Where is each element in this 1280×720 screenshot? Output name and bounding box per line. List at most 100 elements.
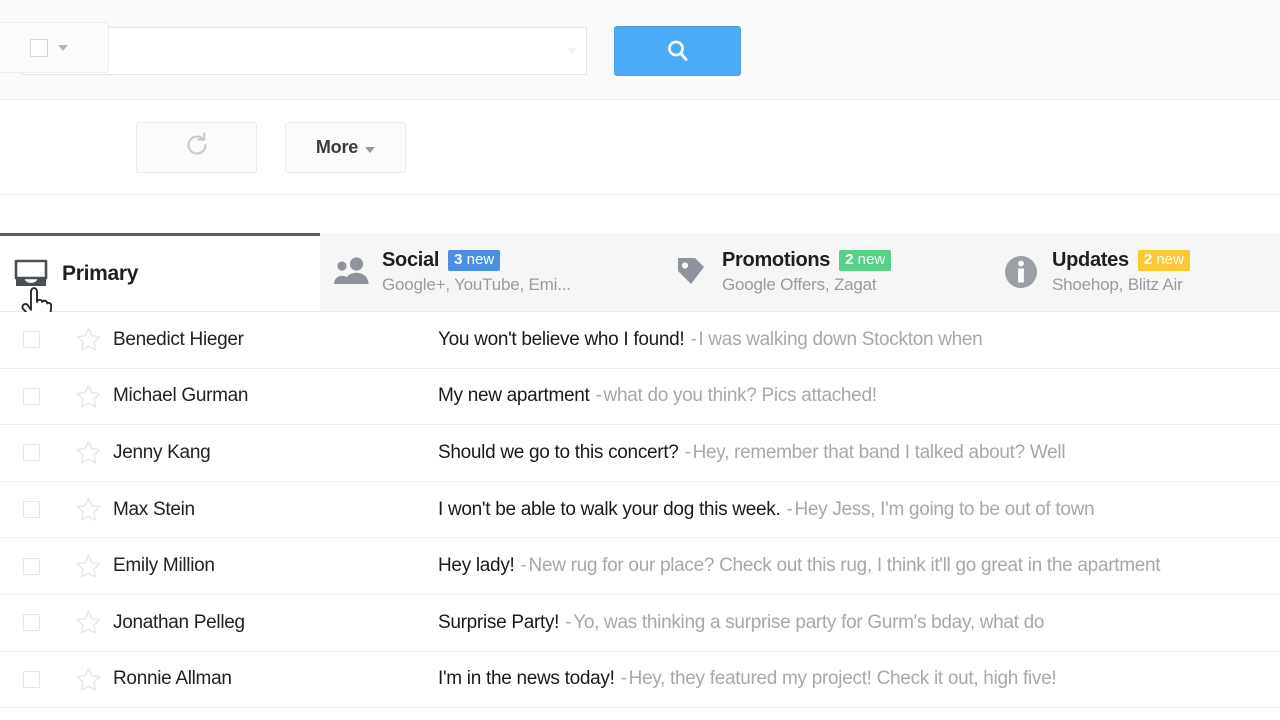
- badge-word: new: [467, 251, 495, 268]
- email-snippet: Hey Jess, I'm going to be out of town: [794, 499, 1094, 520]
- table-row[interactable]: Jenny Kang Should we go to this concert?…: [0, 425, 1280, 482]
- star-icon[interactable]: [63, 326, 113, 353]
- refresh-icon: [182, 130, 212, 165]
- tab-social-subtitle: Google+, YouTube, Emi...: [382, 275, 571, 295]
- more-button[interactable]: More: [285, 122, 406, 173]
- tag-icon: [660, 254, 722, 290]
- email-message: Surprise Party!-Yo, was thinking a surpr…: [438, 612, 1280, 634]
- chevron-down-icon[interactable]: [58, 45, 68, 51]
- row-checkbox-cell[interactable]: [0, 614, 63, 631]
- row-checkbox-cell[interactable]: [0, 501, 63, 518]
- email-subject: Hey lady!: [438, 555, 515, 576]
- tab-social-texts: Social 3 new Google+, YouTube, Emi...: [382, 249, 571, 295]
- tab-promotions-label: Promotions: [722, 249, 830, 272]
- badge-count: 2: [845, 251, 853, 268]
- tab-social-badge: 3 new: [448, 250, 500, 272]
- row-checkbox-cell[interactable]: [0, 671, 63, 688]
- email-sender: Benedict Hieger: [113, 329, 438, 351]
- email-message: Should we go to this concert?-Hey, remem…: [438, 442, 1280, 464]
- chevron-down-icon[interactable]: [365, 147, 375, 153]
- tab-social[interactable]: Social 3 new Google+, YouTube, Emi...: [320, 233, 660, 311]
- checkbox-icon[interactable]: [23, 388, 40, 405]
- email-snippet: Hey, they featured my project! Check it …: [629, 668, 1057, 689]
- search-bar: [0, 0, 1280, 100]
- checkbox-icon[interactable]: [23, 671, 40, 688]
- email-subject: You won't believe who I found!: [438, 329, 684, 350]
- star-icon[interactable]: [63, 609, 113, 636]
- email-separator: -: [780, 499, 794, 520]
- people-icon: [320, 255, 382, 289]
- checkbox-icon[interactable]: [23, 331, 40, 348]
- star-icon[interactable]: [63, 439, 113, 466]
- email-message: I'm in the news today!-Hey, they feature…: [438, 668, 1280, 690]
- email-message: My new apartment-what do you think? Pics…: [438, 385, 1280, 407]
- row-checkbox-cell[interactable]: [0, 388, 63, 405]
- select-all-button[interactable]: [0, 22, 109, 73]
- email-snippet: New rug for our place? Check out this ru…: [529, 555, 1161, 576]
- table-row[interactable]: Emily Million Hey lady!-New rug for our …: [0, 538, 1280, 595]
- category-tabs: Primary Social 3 new: [0, 195, 1280, 312]
- email-sender: Michael Gurman: [113, 385, 438, 407]
- checkbox-icon[interactable]: [23, 558, 40, 575]
- table-row[interactable]: Ronnie Allman I'm in the news today!-Hey…: [0, 652, 1280, 709]
- info-circle-icon: [990, 253, 1052, 291]
- badge-word: new: [858, 251, 886, 268]
- search-icon: [665, 38, 691, 64]
- table-row[interactable]: Max Stein I won't be able to walk your d…: [0, 482, 1280, 539]
- table-row[interactable]: Jonathan Pelleg Surprise Party!-Yo, was …: [0, 595, 1280, 652]
- email-sender: Ronnie Allman: [113, 668, 438, 690]
- tab-updates-texts: Updates 2 new Shoehop, Blitz Air: [1052, 249, 1190, 295]
- row-checkbox-cell[interactable]: [0, 444, 63, 461]
- star-icon[interactable]: [63, 553, 113, 580]
- email-separator: -: [615, 668, 629, 689]
- email-snippet: what do you think? Pics attached!: [604, 385, 877, 406]
- tab-promotions-subtitle: Google Offers, Zagat: [722, 275, 891, 295]
- email-message: Hey lady!-New rug for our place? Check o…: [438, 555, 1280, 577]
- tab-primary-texts: Primary: [62, 262, 138, 286]
- chevron-down-icon[interactable]: [558, 28, 586, 74]
- checkbox-icon[interactable]: [23, 444, 40, 461]
- tab-updates-badge: 2 new: [1138, 250, 1190, 272]
- tab-social-label: Social: [382, 249, 439, 272]
- email-subject: I'm in the news today!: [438, 668, 615, 689]
- star-icon[interactable]: [63, 383, 113, 410]
- table-row[interactable]: Benedict Hieger You won't believe who I …: [0, 312, 1280, 369]
- checkbox-icon[interactable]: [30, 39, 48, 57]
- email-snippet: I was walking down Stockton when: [698, 329, 982, 350]
- table-row[interactable]: Michael Gurman My new apartment-what do …: [0, 369, 1280, 426]
- row-checkbox-cell[interactable]: [0, 331, 63, 348]
- email-snippet: Hey, remember that band I talked about? …: [693, 442, 1066, 463]
- badge-count: 2: [1144, 251, 1152, 268]
- email-separator: -: [559, 612, 573, 633]
- tab-primary[interactable]: Primary: [0, 233, 320, 311]
- checkbox-icon[interactable]: [23, 614, 40, 631]
- email-separator: -: [684, 329, 698, 350]
- email-message: I won't be able to walk your dog this we…: [438, 499, 1280, 521]
- star-icon[interactable]: [63, 666, 113, 693]
- more-button-label: More: [316, 137, 358, 158]
- email-subject: Should we go to this concert?: [438, 442, 679, 463]
- tab-promotions-texts: Promotions 2 new Google Offers, Zagat: [722, 249, 891, 295]
- email-subject: I won't be able to walk your dog this we…: [438, 499, 780, 520]
- tab-promotions[interactable]: Promotions 2 new Google Offers, Zagat: [660, 233, 990, 311]
- gmail-inbox-screen: More Primary: [0, 0, 1280, 720]
- tab-updates-subtitle: Shoehop, Blitz Air: [1052, 275, 1190, 295]
- email-sender: Jonathan Pelleg: [113, 612, 438, 634]
- badge-count: 3: [454, 251, 462, 268]
- star-icon[interactable]: [63, 496, 113, 523]
- row-checkbox-cell[interactable]: [0, 558, 63, 575]
- email-message: You won't believe who I found!-I was wal…: [438, 329, 1280, 351]
- search-button[interactable]: [614, 26, 741, 76]
- email-list: Benedict Hieger You won't believe who I …: [0, 312, 1280, 720]
- tab-updates-label: Updates: [1052, 249, 1129, 272]
- badge-word: new: [1156, 251, 1184, 268]
- tab-updates[interactable]: Updates 2 new Shoehop, Blitz Air: [990, 233, 1280, 311]
- email-separator: -: [515, 555, 529, 576]
- checkbox-icon[interactable]: [23, 501, 40, 518]
- email-sender: Max Stein: [113, 499, 438, 521]
- email-subject: My new apartment: [438, 385, 590, 406]
- email-snippet: Yo, was thinking a surprise party for Gu…: [573, 612, 1044, 633]
- email-subject: Surprise Party!: [438, 612, 559, 633]
- tab-promotions-badge: 2 new: [839, 250, 891, 272]
- refresh-button[interactable]: [136, 122, 257, 173]
